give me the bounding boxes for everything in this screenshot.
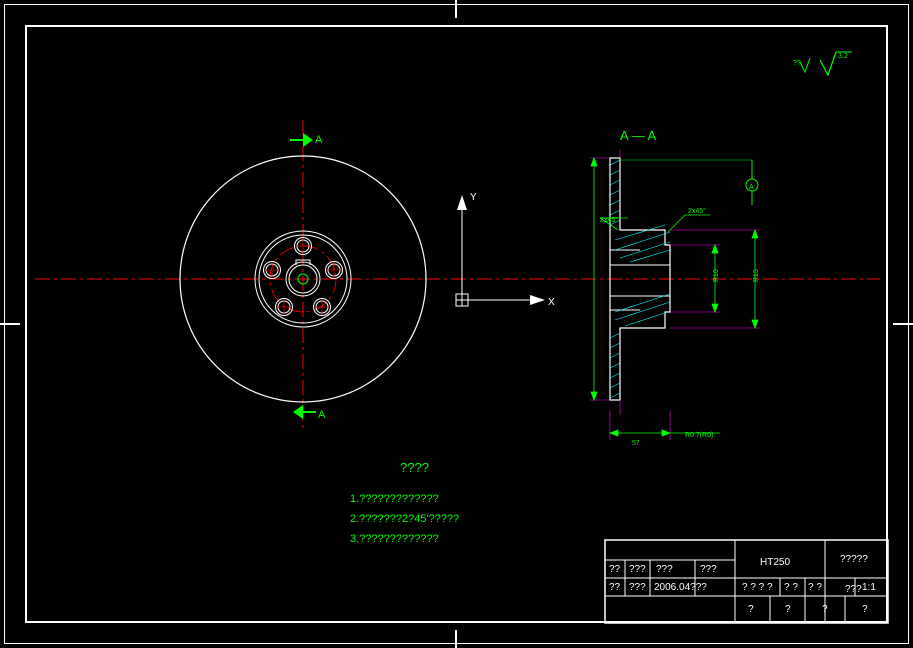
svg-text:? ? ? ?: ? ? ? ? — [742, 582, 773, 593]
svg-text:??: ?? — [609, 582, 621, 593]
svg-text:2x45°: 2x45° — [600, 216, 618, 224]
svg-text:? ?: ? ? — [784, 582, 798, 593]
material: HT250 — [760, 557, 790, 568]
svg-text:??: ?? — [609, 564, 621, 575]
note-3: 3.????????????? — [350, 533, 439, 545]
svg-text:?: ? — [785, 604, 791, 615]
svg-text:?: ? — [862, 604, 868, 615]
svg-text:R15: R15 — [753, 269, 760, 282]
section-view: A — A — [590, 128, 760, 447]
svg-text:57: 57 — [632, 440, 640, 447]
datum-a: A — [620, 160, 758, 205]
section-mark-bottom: A — [293, 405, 326, 421]
svg-text:A: A — [318, 409, 326, 421]
technical-notes: ???? 1.????????????? 2.???????2?45'?????… — [350, 460, 459, 545]
svg-text:X: X — [548, 297, 555, 308]
svg-text:?: ? — [822, 604, 828, 615]
svg-text:A: A — [749, 184, 754, 191]
svg-text:2x45°: 2x45° — [688, 207, 706, 215]
coordinate-axes: Y X — [456, 192, 555, 308]
svg-text:Y: Y — [470, 192, 477, 203]
part-name: ????? — [840, 554, 868, 565]
svg-text:A: A — [315, 134, 323, 146]
svg-text:1:1: 1:1 — [862, 582, 876, 593]
section-mark-top: A — [290, 133, 323, 147]
svg-text:R10: R10 — [713, 269, 720, 282]
svg-text:? ?: ? ? — [808, 582, 822, 593]
note-1: 1.????????????? — [350, 493, 439, 505]
svg-text:?: ? — [748, 604, 754, 615]
section-label: A — A — [620, 128, 656, 143]
svg-text:2006.04???: 2006.04??? — [654, 582, 707, 593]
svg-text:???: ??? — [629, 564, 646, 575]
svg-text:3.2: 3.2 — [838, 53, 848, 60]
svg-text:R0.7(R0): R0.7(R0) — [685, 432, 713, 439]
drawing-canvas: A A Y X A — A — [0, 0, 913, 648]
svg-text:???: ??? — [629, 582, 646, 593]
drawing-no: ??? — [845, 584, 862, 595]
svg-text:???: ??? — [656, 564, 673, 575]
svg-text:???: ??? — [700, 564, 717, 575]
note-2: 2.???????2?45'????? — [350, 513, 459, 525]
svg-text:??: ?? — [793, 60, 801, 67]
surface-finish-symbol: 3.2 ?? — [793, 52, 852, 75]
notes-title: ???? — [400, 460, 429, 475]
title-block: HT250 ????? ??? ?? ??? ??? ??? ?? ??? 20… — [605, 540, 888, 623]
